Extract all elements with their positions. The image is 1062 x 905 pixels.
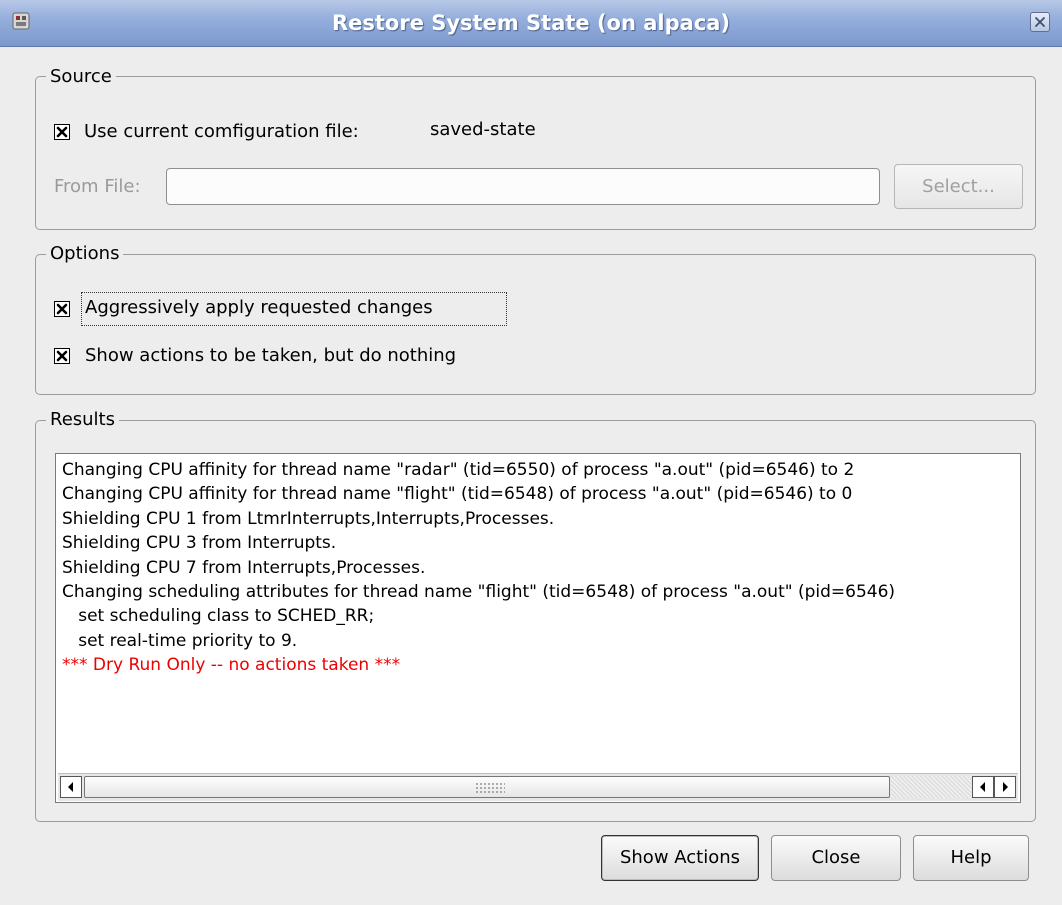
results-lines: Changing CPU affinity for thread name "r… <box>62 458 895 678</box>
dry-run-label[interactable]: Show actions to be taken, but do nothing <box>85 345 456 367</box>
arrow-left-icon <box>980 782 985 792</box>
results-legend: Results <box>46 409 119 431</box>
scrollbar-trough[interactable] <box>891 776 971 798</box>
use-current-config-checkbox[interactable] <box>54 124 70 140</box>
checkbox-checked-icon <box>56 303 68 315</box>
dry-run-checkbox[interactable] <box>54 348 70 364</box>
select-file-button-label: Select... <box>922 176 995 197</box>
window-close-button[interactable] <box>1030 12 1050 32</box>
thumb-grip-icon <box>475 782 505 794</box>
close-button-label: Close <box>811 847 861 868</box>
result-line-dry-run: *** Dry Run Only -- no actions taken *** <box>62 655 401 676</box>
show-actions-button[interactable]: Show Actions <box>601 835 759 881</box>
use-current-config-label[interactable]: Use current comfiguration file: <box>84 121 359 143</box>
window-title: Restore System State (on alpaca) <box>331 11 731 35</box>
arrow-left-icon <box>68 782 73 792</box>
result-line: set scheduling class to SCHED_RR; <box>62 606 375 627</box>
options-legend: Options <box>46 243 124 265</box>
show-actions-button-label: Show Actions <box>619 847 741 868</box>
aggressive-apply-label[interactable]: Aggressively apply requested changes <box>85 297 433 319</box>
from-file-input[interactable] <box>166 168 880 205</box>
horizontal-scrollbar[interactable] <box>58 773 1018 801</box>
scrollbar-thumb[interactable] <box>84 776 890 798</box>
close-button[interactable]: Close <box>771 835 901 881</box>
checkbox-checked-icon <box>56 350 68 362</box>
source-group <box>35 76 1036 230</box>
arrow-right-icon <box>1003 782 1008 792</box>
close-icon <box>1035 17 1045 27</box>
result-line: set real-time priority to 9. <box>62 630 298 651</box>
results-text-area[interactable]: Changing CPU affinity for thread name "r… <box>55 453 1021 803</box>
checkbox-checked-icon <box>56 126 68 138</box>
help-button[interactable]: Help <box>913 835 1029 881</box>
title-bar[interactable]: Restore System State (on alpaca) <box>0 0 1062 47</box>
scroll-right-button[interactable] <box>994 776 1016 798</box>
config-file-value: saved-state <box>430 119 536 140</box>
result-line: Changing CPU affinity for thread name "f… <box>62 484 853 505</box>
result-line: Changing scheduling attributes for threa… <box>62 582 896 603</box>
result-line: Shielding CPU 1 from LtmrInterrupts,Inte… <box>62 508 555 529</box>
aggressive-apply-checkbox[interactable] <box>54 301 70 317</box>
from-file-label: From File: <box>54 176 141 197</box>
select-file-button[interactable]: Select... <box>894 164 1023 209</box>
source-legend: Source <box>46 66 116 88</box>
result-line: Changing CPU affinity for thread name "r… <box>62 460 855 480</box>
scroll-left-button-end[interactable] <box>972 776 994 798</box>
result-line: Shielding CPU 7 from Interrupts,Processe… <box>62 557 426 578</box>
result-line: Shielding CPU 3 from Interrupts. <box>62 533 337 554</box>
scroll-left-button[interactable] <box>60 776 82 798</box>
help-button-label: Help <box>950 847 992 868</box>
